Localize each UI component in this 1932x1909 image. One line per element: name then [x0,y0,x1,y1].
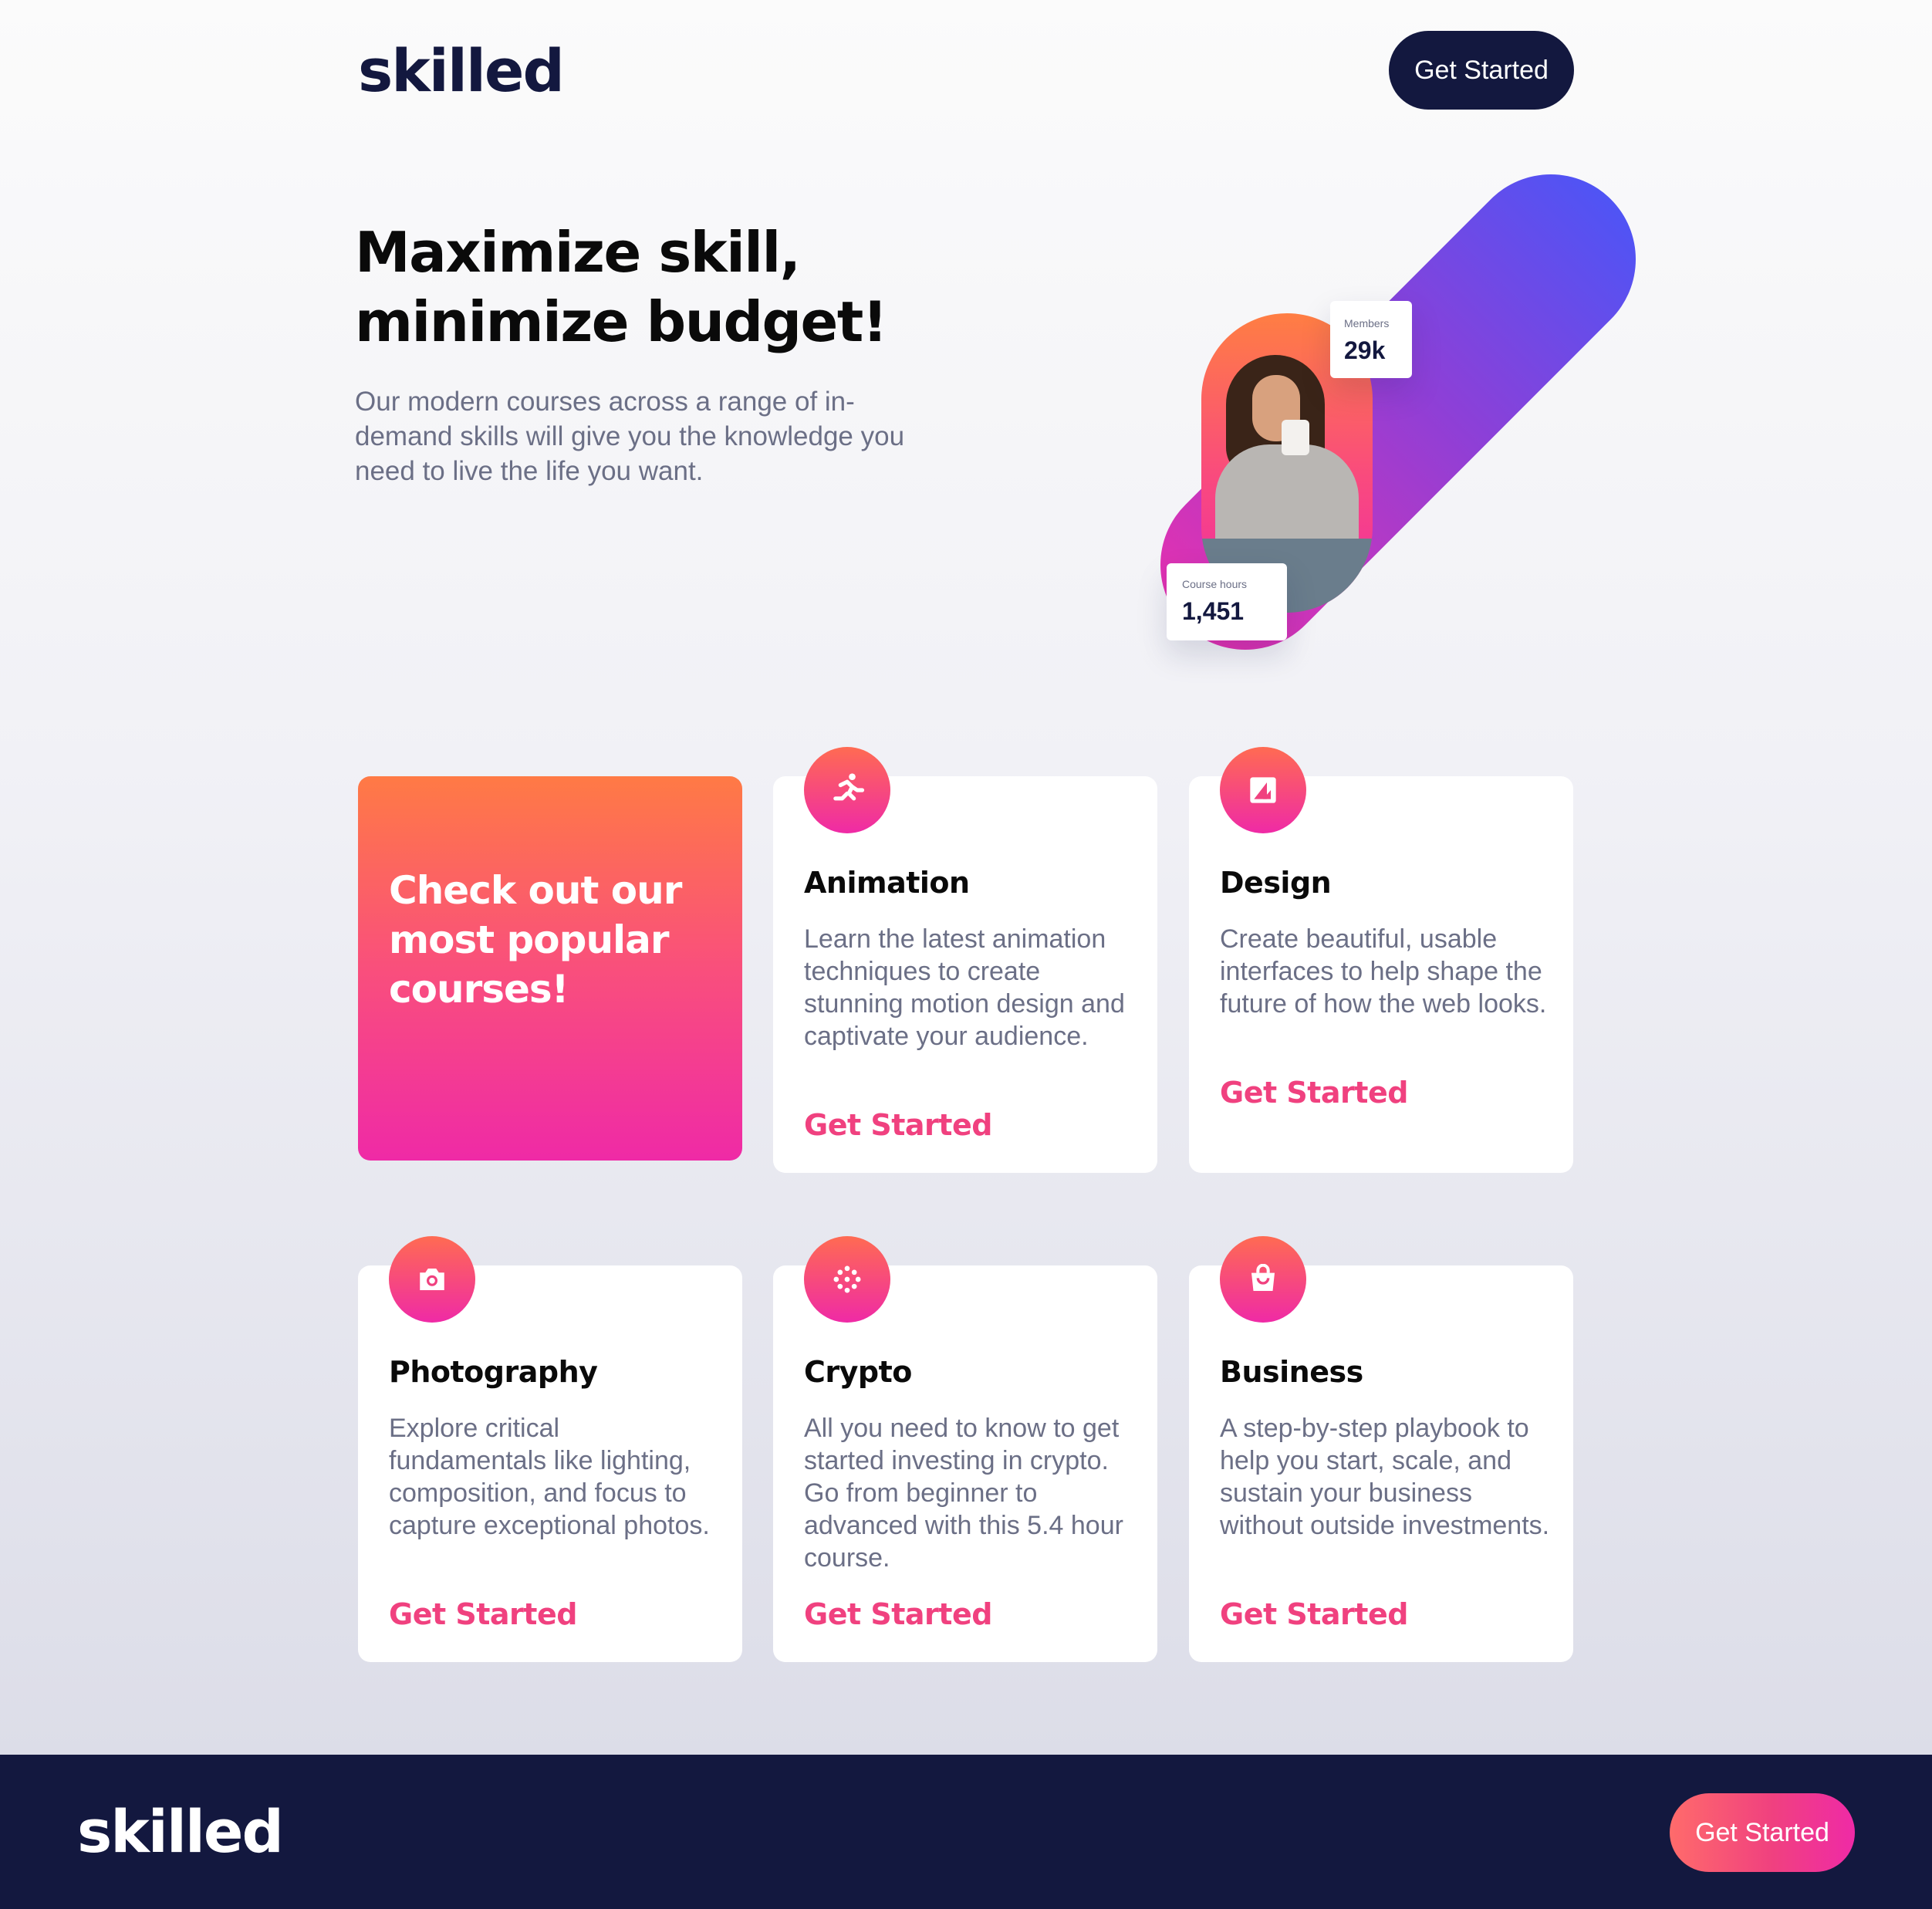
course-description: Learn the latest animation techniques to… [804,924,1125,1051]
promo-title: Check out our most popular courses! [389,868,682,1012]
course-get-started-link[interactable]: Get Started [389,1597,577,1631]
footer-get-started-button[interactable]: Get Started [1670,1793,1855,1872]
course-card-design: Design Create beautiful, usable interfac… [1189,747,1573,1173]
hero-illustration: Members 29k Course hours 1,451 [1125,139,1671,710]
course-description: Create beautiful, usable interfaces to h… [1220,924,1547,1019]
course-card-animation: Animation Learn the latest animation tec… [773,747,1157,1173]
course-title: Photography [389,1355,598,1389]
footer-logo[interactable]: skilled [77,1793,284,1870]
course-hours-value: 1,451 [1182,597,1245,625]
running-icon [804,747,890,833]
course-title: Animation [804,866,970,900]
course-get-started-link[interactable]: Get Started [804,1597,992,1631]
course-title: Crypto [804,1355,912,1389]
members-value: 29k [1344,336,1386,364]
footer: skilled Get Started [0,1755,1932,1909]
course-hours-stat-card: Course hours 1,451 [1167,563,1287,640]
camera-icon [389,1236,475,1323]
course-get-started-link[interactable]: Get Started [804,1108,992,1142]
crypto-icon [804,1236,890,1323]
course-description: A step-by-step playbook to help you star… [1220,1414,1550,1540]
course-description: All you need to know to get started inve… [804,1414,1123,1573]
design-icon [1220,747,1306,833]
members-label: Members [1344,317,1390,329]
course-card-business: Business A step-by-step playbook to help… [1189,1236,1573,1662]
members-stat-card: Members 29k [1330,301,1412,378]
course-get-started-link[interactable]: Get Started [1220,1597,1408,1631]
promo-card: Check out our most popular courses! [358,776,742,1161]
hero-title: Maximize skill, minimize budget! [355,220,888,354]
course-description: Explore critical fundamentals like light… [389,1414,710,1540]
course-title: Business [1220,1355,1363,1389]
course-get-started-link[interactable]: Get Started [1220,1076,1408,1110]
course-card-crypto: Crypto All you need to know to get start… [773,1236,1157,1662]
course-hours-label: Course hours [1182,578,1248,590]
hero-description: Our modern courses across a range of in-… [355,387,905,486]
course-title: Design [1220,866,1332,900]
shopping-bag-icon [1220,1236,1306,1323]
course-card-photography: Photography Explore critical fundamental… [358,1236,742,1662]
coffee-mug [1282,420,1309,455]
header-get-started-button[interactable]: Get Started [1389,31,1574,110]
header-logo[interactable]: skilled [358,35,565,106]
